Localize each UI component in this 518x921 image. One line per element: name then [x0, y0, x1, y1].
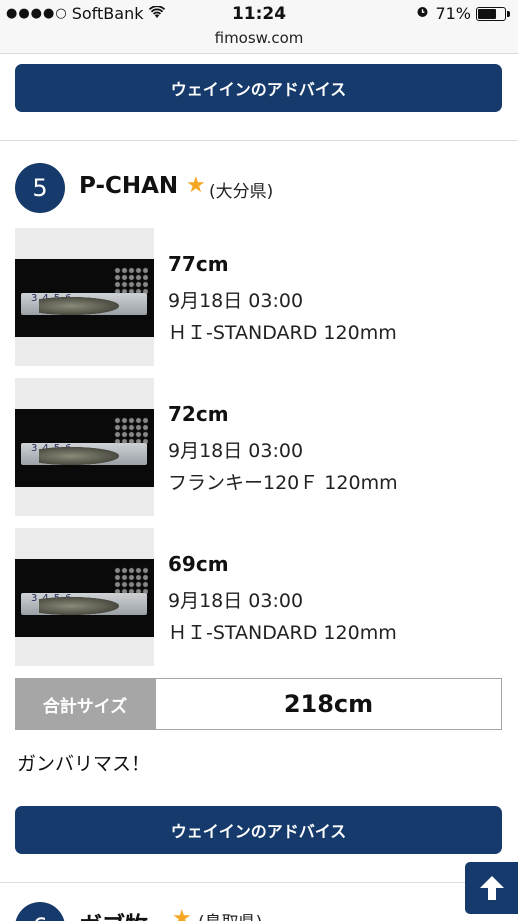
fish-image [39, 447, 119, 465]
catch-item[interactable]: 3456 69cm 9月18日 03:00 ＨＩ-STANDARD 120mm [15, 528, 502, 666]
catch-lure: ＨＩ-STANDARD 120mm [168, 322, 397, 344]
battery-tip [507, 10, 510, 17]
star-icon: ★ [186, 173, 206, 198]
weigh-in-advice-button[interactable]: ウェイインのアドバイス [15, 806, 502, 854]
catch-item[interactable]: 3456 77cm 9月18日 03:00 ＨＩ-STANDARD 120mm [15, 228, 502, 366]
address-bar-url[interactable]: fimosw.com [0, 29, 518, 47]
fish-image [39, 597, 119, 615]
battery-percent: 71% [435, 4, 471, 23]
fish-photo-image: 3456 [15, 409, 154, 487]
battery-icon [476, 6, 510, 21]
rank-badge: 6 [15, 902, 65, 921]
arrow-up-icon [479, 876, 504, 900]
catch-photo[interactable]: 3456 [15, 528, 154, 666]
catch-size: 77cm [168, 252, 229, 276]
catch-date: 9月18日 03:00 [168, 440, 304, 462]
browser-status-bar: ●●●●○ SoftBank 11:24 71% fimosw.com [0, 0, 518, 54]
catch-lure: フランキー120Ｆ 120mm [168, 472, 398, 494]
splash-pattern [114, 417, 148, 447]
entrant-prefecture: (大分県) [209, 182, 274, 202]
catch-photo[interactable]: 3456 [15, 228, 154, 366]
catch-item[interactable]: 3456 72cm 9月18日 03:00 フランキー120Ｆ 120mm [15, 378, 502, 516]
back-to-top-button[interactable] [465, 862, 518, 914]
fish-image [39, 297, 119, 315]
catch-photo[interactable]: 3456 [15, 378, 154, 516]
alarm-icon [416, 5, 429, 22]
splash-pattern [114, 567, 148, 597]
status-right: 71% [416, 4, 510, 23]
page: ●●●●○ SoftBank 11:24 71% fimosw.com ウェイイ… [0, 0, 518, 921]
total-size-label: 合計サイズ [15, 678, 155, 730]
entrant-comment: ガンバリマス！ [17, 753, 151, 775]
catch-date: 9月18日 03:00 [168, 590, 304, 612]
entrant-name[interactable]: ガブ牧 [79, 906, 148, 921]
entrant-prefecture: (鳥取県) [198, 908, 262, 921]
catch-lure: ＨＩ-STANDARD 120mm [168, 622, 397, 644]
star-icon: ★ [172, 906, 192, 921]
rank-badge: 5 [15, 163, 65, 213]
catch-size: 69cm [168, 552, 229, 576]
battery-level [478, 8, 496, 19]
catch-size: 72cm [168, 402, 229, 426]
entrant-name[interactable]: P-CHAN [79, 173, 178, 199]
weigh-in-advice-button[interactable]: ウェイインのアドバイス [15, 64, 502, 112]
catch-date: 9月18日 03:00 [168, 290, 304, 312]
splash-pattern [114, 267, 148, 297]
section-divider [0, 882, 518, 883]
section-divider [0, 140, 518, 141]
fish-photo-image: 3456 [15, 259, 154, 337]
total-size-value: 218cm [155, 678, 502, 730]
fish-photo-image: 3456 [15, 559, 154, 637]
